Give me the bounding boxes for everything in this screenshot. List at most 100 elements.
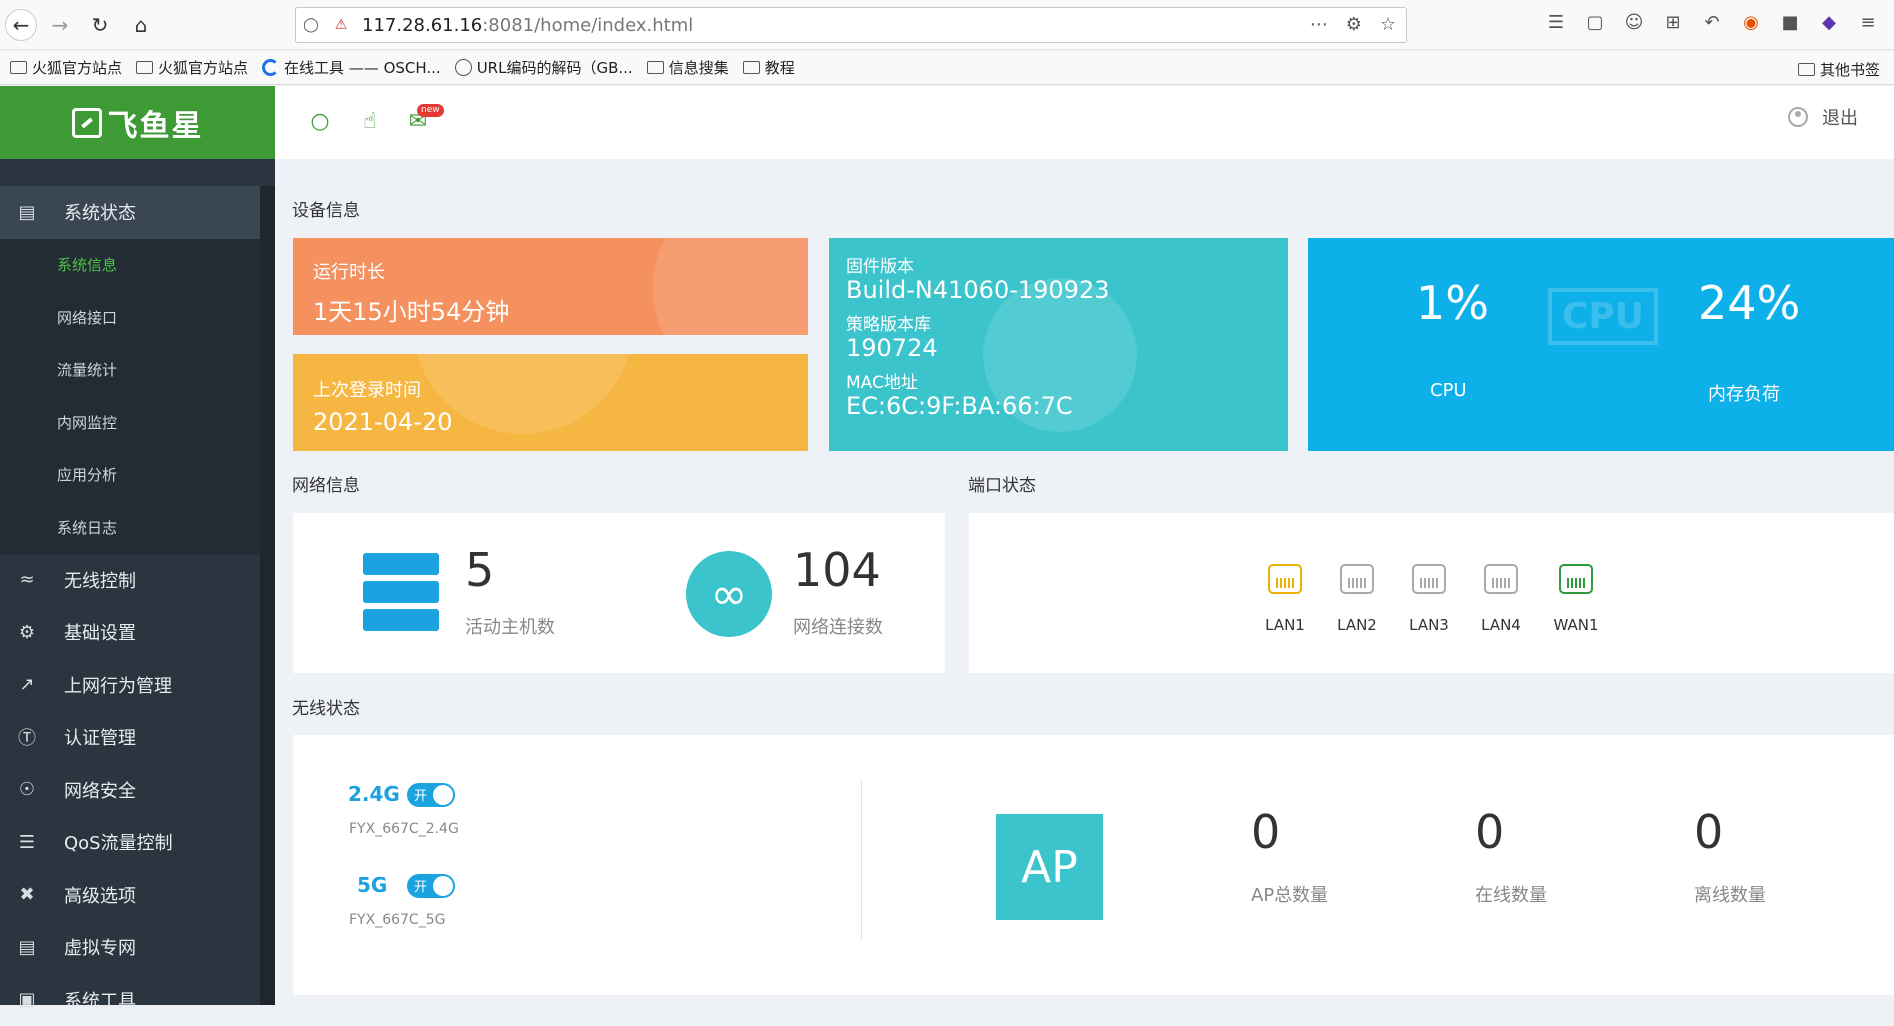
subitem-traffic-stats[interactable]: 流量统计 [0, 344, 260, 397]
memory-label: 内存负荷 [1708, 380, 1780, 406]
browser-toolbar: ← → ↻ ⌂ ◯ ⚠ 117.28.61.16:8081/home/index… [0, 0, 1894, 50]
folder-icon [743, 61, 760, 74]
ethernet-port-icon [1484, 564, 1518, 594]
ap-online-value: 0 [1475, 805, 1504, 859]
band-24g-label: 2.4G [348, 782, 400, 806]
ap-online-label: 在线数量 [1475, 881, 1547, 907]
band-5g-toggle[interactable]: 开 [407, 874, 455, 898]
subitem-network-interface[interactable]: 网络接口 [0, 291, 260, 344]
forward-icon[interactable]: → [44, 9, 76, 41]
last-login-card: 上次登录时间 2021-04-20 [293, 354, 808, 451]
menu-icon[interactable]: ≡ [1857, 12, 1879, 33]
firmware-label: 固件版本 [846, 252, 914, 277]
ap-offline-value: 0 [1694, 805, 1723, 859]
addon-red-icon[interactable]: ◉ [1740, 12, 1762, 33]
back-icon[interactable]: ← [5, 9, 37, 41]
submenu-system-status: 系统信息 网络接口 流量统计 内网监控 应用分析 系统日志 [0, 239, 260, 554]
bookmark-item[interactable]: 火狐官方站点 [10, 57, 122, 78]
new-badge: new [417, 104, 444, 117]
port-lan2[interactable]: LAN2 [1327, 564, 1387, 634]
policy-label: 策略版本库 [846, 310, 931, 335]
sidebar-item-basic-settings[interactable]: ⚙ 基础设置 [0, 606, 260, 659]
port-lan3[interactable]: LAN3 [1399, 564, 1459, 634]
brand-logo[interactable]: 飞鱼星 [0, 86, 275, 159]
active-hosts-value: 5 [465, 543, 494, 597]
connections-label: 网络连接数 [793, 613, 883, 639]
cpu-memory-card: CPU 1% CPU 24% 内存负荷 [1308, 238, 1894, 451]
sidebar-item-wireless[interactable]: ≈ 无线控制 [0, 554, 260, 607]
link-icon: ∞ [686, 551, 772, 637]
gear-icon: ⚙ [14, 621, 40, 643]
url-text[interactable]: 117.28.61.16:8081/home/index.html [362, 15, 693, 36]
monitor-icon: ▤ [14, 201, 40, 223]
bookmark-item[interactable]: 火狐官方站点 [136, 57, 248, 78]
sidebar-item-behavior-mgmt[interactable]: ↗ 上网行为管理 [0, 659, 260, 712]
subitem-lan-monitor[interactable]: 内网监控 [0, 396, 260, 449]
bookmark-item[interactable]: URL编码的解码（GB... [455, 57, 633, 78]
shield-icon[interactable]: ◯ [296, 17, 326, 33]
port-status-panel: LAN1 LAN2 LAN3 LAN4 WAN1 [969, 513, 1894, 673]
sidebar-item-system-status[interactable]: ▤ 系统状态 [0, 186, 260, 239]
port-label: WAN1 [1546, 616, 1606, 634]
firmware-value: Build-N41060-190923 [846, 276, 1109, 304]
bookmark-item[interactable]: 在线工具 —— OSCH... [262, 57, 441, 78]
insecure-lock-icon[interactable]: ⚠ [326, 17, 356, 33]
ethernet-port-icon [1412, 564, 1446, 594]
policy-value: 190724 [846, 334, 938, 362]
sidebar-item-advanced[interactable]: ✖ 高级选项 [0, 869, 260, 922]
logout-button[interactable]: 退出 [1788, 104, 1858, 130]
uptime-label: 运行时长 [313, 258, 385, 284]
port-lan1[interactable]: LAN1 [1255, 564, 1315, 634]
wechat-icon[interactable]: ○ [307, 108, 333, 134]
ethernet-port-icon [1268, 564, 1302, 594]
sliders-icon: ☰ [14, 831, 40, 853]
reload-icon[interactable]: ↻ [84, 9, 116, 41]
port-wan1[interactable]: WAN1 [1546, 564, 1606, 634]
page-actions-icon[interactable]: ⋯ [1310, 14, 1328, 35]
addon-dark-icon[interactable]: ■ [1779, 12, 1801, 33]
sidebar-item-network-security[interactable]: ☉ 网络安全 [0, 764, 260, 817]
sidebar-item-qos[interactable]: ☰ QoS流量控制 [0, 816, 260, 869]
address-bar[interactable]: ◯ ⚠ 117.28.61.16:8081/home/index.html ⋯ … [295, 7, 1407, 43]
section-title-network-info: 网络信息 [292, 471, 360, 496]
server-icon [363, 553, 439, 633]
account-icon[interactable]: ☺ [1623, 12, 1645, 33]
sidebar: 飞鱼星 ▤ 系统状态 系统信息 网络接口 流量统计 内网监控 应用分析 系统日志… [0, 86, 275, 1005]
home-icon[interactable]: ⌂ [125, 9, 157, 41]
firmware-card: 固件版本 Build-N41060-190923 策略版本库 190724 MA… [829, 238, 1288, 451]
toggle-knob [433, 785, 453, 805]
library-icon[interactable]: ☰ [1545, 12, 1567, 33]
band-24g-toggle[interactable]: 开 [407, 783, 455, 807]
star-icon[interactable]: ☆ [1380, 14, 1396, 35]
subitem-system-log[interactable]: 系统日志 [0, 501, 260, 554]
wireless-panel: 2.4G 开 FYX_667C_2.4G 5G 开 FYX_667C_5G AP… [293, 735, 1894, 995]
crop-icon[interactable]: ⊞ [1662, 12, 1684, 33]
wifi-icon: ≈ [14, 569, 40, 591]
bookmark-item[interactable]: 信息搜集 [647, 57, 729, 78]
sidebar-item-system-tools[interactable]: ▣ 系统工具 [0, 974, 260, 1026]
sidebar-scrollbar[interactable] [260, 186, 275, 1005]
network-info-panel: 5 活动主机数 ∞ 104 网络连接数 [293, 513, 945, 673]
port-label: LAN4 [1471, 616, 1531, 634]
vpn-icon: ▤ [14, 936, 40, 958]
addon-purple-icon[interactable]: ◆ [1818, 12, 1840, 33]
subitem-app-analysis[interactable]: 应用分析 [0, 449, 260, 502]
undo-icon[interactable]: ↶ [1701, 12, 1723, 33]
extension-icon[interactable]: ⚙ [1346, 14, 1362, 35]
bookmark-item[interactable]: 教程 [743, 57, 795, 78]
top-header: ○ ☝ ✉ new 退出 [275, 86, 1894, 159]
sidebar-icon[interactable]: ▢ [1584, 12, 1606, 33]
last-login-value: 2021-04-20 [313, 408, 452, 436]
band-24g-ssid: FYX_667C_2.4G [349, 821, 459, 837]
port-lan4[interactable]: LAN4 [1471, 564, 1531, 634]
sidebar-item-vpn[interactable]: ▤ 虚拟专网 [0, 921, 260, 974]
touch-icon[interactable]: ☝ [357, 108, 383, 134]
toggle-label: 开 [414, 785, 427, 804]
connections-value: 104 [793, 543, 881, 597]
port-label: LAN1 [1255, 616, 1315, 634]
c-logo-icon [262, 59, 279, 76]
other-bookmarks[interactable]: 其他书签 [1798, 59, 1880, 80]
folder-icon [136, 61, 153, 74]
subitem-system-info[interactable]: 系统信息 [0, 239, 260, 292]
sidebar-item-auth-mgmt[interactable]: Ⓣ 认证管理 [0, 711, 260, 764]
